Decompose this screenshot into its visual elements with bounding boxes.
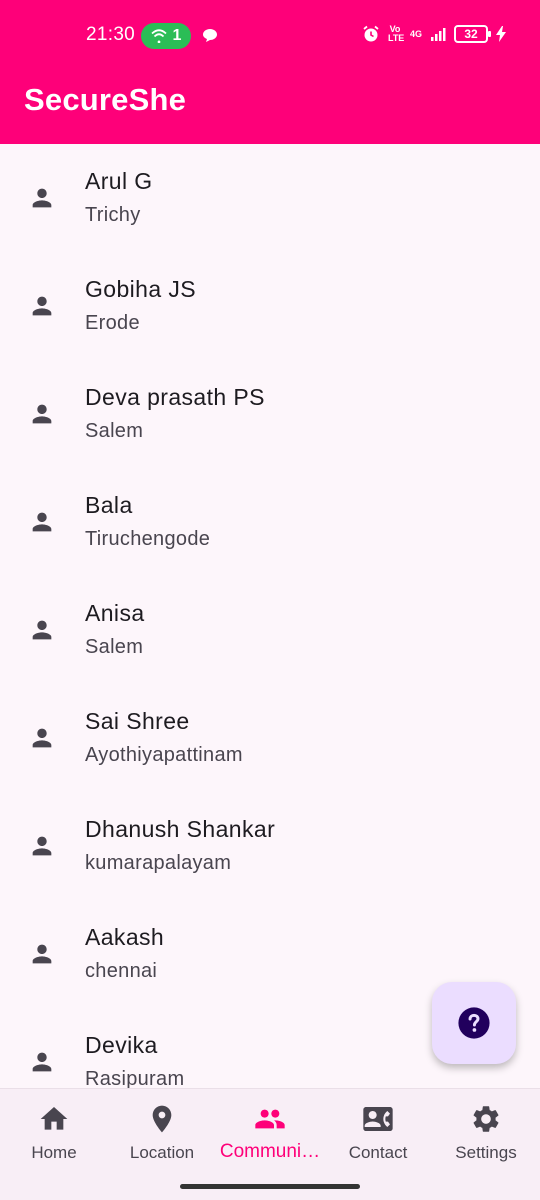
person-icon — [32, 728, 52, 748]
nav-community[interactable]: Communi… — [216, 1089, 324, 1175]
contact-card-icon — [361, 1103, 395, 1135]
people-icon — [253, 1103, 287, 1135]
contact-name: Anisa — [85, 600, 145, 626]
nav-home[interactable]: Home — [0, 1089, 108, 1175]
status-time: 21:30 — [86, 24, 136, 45]
person-icon — [32, 404, 52, 424]
contact-name: Dhanush Shankar — [85, 816, 276, 842]
home-icon — [37, 1103, 71, 1135]
nav-settings[interactable]: Settings — [432, 1089, 540, 1175]
nav-location[interactable]: Location — [108, 1089, 216, 1175]
location-pin-icon — [145, 1103, 179, 1135]
person-icon — [32, 512, 52, 532]
list-item[interactable]: Bala Tiruchengode — [0, 468, 540, 576]
contact-city: Salem — [85, 636, 144, 658]
network-type: 4G — [409, 28, 422, 39]
hotspot-badge: 1 — [141, 23, 191, 49]
contact-name: Bala — [85, 492, 133, 518]
person-icon — [32, 944, 52, 964]
battery-indicator: 32 — [454, 25, 491, 43]
list-item[interactable]: Deva prasath PS Salem — [0, 360, 540, 468]
app-bar: 21:30 1 Vo LTE 4G 32 SecureShe — [0, 0, 540, 144]
nav-label: Settings — [455, 1143, 517, 1162]
nav-label: Contact — [348, 1143, 408, 1162]
nav-label: Location — [129, 1143, 195, 1162]
nav-contact[interactable]: Contact — [324, 1089, 432, 1175]
status-icons: Vo LTE 4G 32 — [362, 25, 506, 43]
contact-city: Ayothiyapattinam — [85, 744, 243, 766]
help-fab-button[interactable] — [432, 982, 516, 1064]
contact-name: Aakash — [85, 924, 165, 950]
list-item[interactable]: Dhanush Shankar kumarapalayam — [0, 792, 540, 900]
contact-name: Gobiha JS — [85, 276, 196, 302]
contact-city: kumarapalayam — [85, 852, 232, 874]
contact-name: Devika — [85, 1032, 158, 1058]
gear-icon — [469, 1103, 503, 1135]
gesture-bar[interactable] — [180, 1184, 360, 1189]
app-title: SecureShe — [24, 82, 187, 117]
person-icon — [32, 620, 52, 640]
person-icon — [32, 296, 52, 316]
list-item[interactable]: Anisa Salem — [0, 576, 540, 684]
charging-icon — [496, 26, 506, 42]
community-list: Arul G Trichy Gobiha JS Erode Deva prasa… — [0, 144, 540, 1088]
volte-indicator: Vo LTE — [387, 24, 405, 43]
contact-city: Trichy — [85, 204, 141, 226]
contact-city: Tiruchengode — [85, 528, 211, 550]
list-item[interactable]: Gobiha JS Erode — [0, 252, 540, 360]
list-item[interactable]: Sai Shree Ayothiyapattinam — [0, 684, 540, 792]
contact-city: Erode — [85, 312, 140, 334]
hotspot-count: 1 — [172, 27, 182, 44]
list-item[interactable]: Arul G Trichy — [0, 144, 540, 252]
alarm-icon — [363, 25, 379, 42]
contact-city: Salem — [85, 420, 144, 442]
contact-name: Deva prasath PS — [85, 384, 265, 410]
nav-label: Communi… — [219, 1141, 321, 1162]
contact-city: Rasipuram — [85, 1068, 185, 1088]
contact-name: Arul G — [85, 168, 153, 194]
status-bar: 21:30 1 Vo LTE 4G 32 — [0, 0, 540, 72]
contact-city: chennai — [85, 960, 158, 982]
contact-name: Sai Shree — [85, 708, 190, 734]
person-icon — [32, 188, 52, 208]
nav-label: Home — [31, 1143, 77, 1162]
person-icon — [32, 836, 52, 856]
person-icon — [32, 1052, 52, 1072]
help-icon — [458, 1007, 490, 1039]
message-bubble-icon — [202, 28, 218, 48]
signal-icon — [431, 28, 446, 41]
hotspot-icon — [150, 29, 167, 43]
